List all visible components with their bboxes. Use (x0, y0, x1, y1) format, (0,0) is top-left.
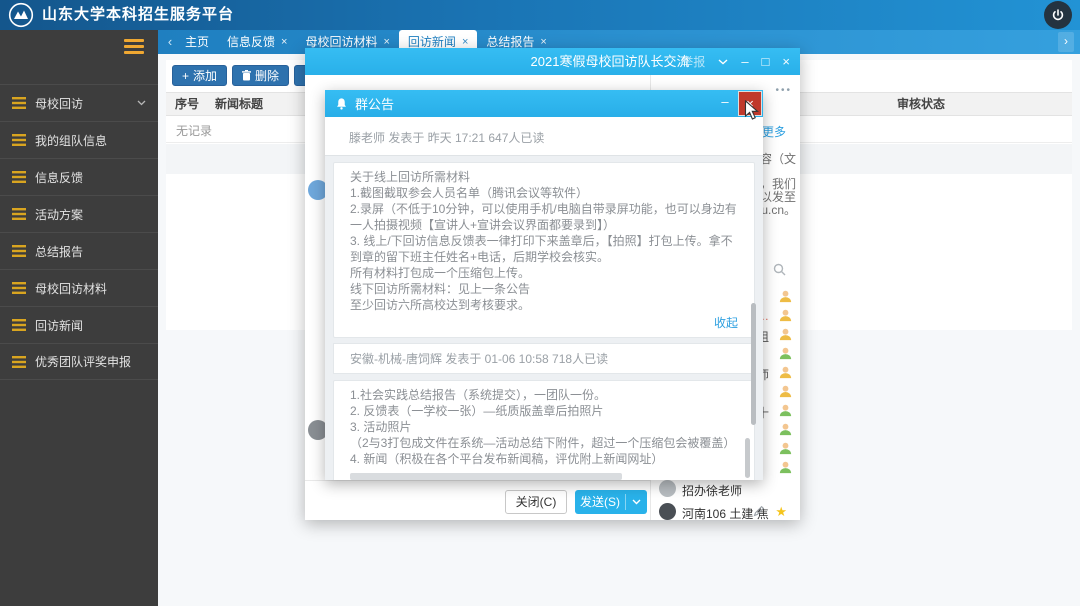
post-meta: 安徽-机械-唐饲辉 发表于 01-06 10:58 718人已读 (333, 343, 755, 374)
search-icon[interactable] (773, 263, 786, 276)
member-avatar-icon (779, 328, 792, 341)
report-link[interactable]: 举报 (681, 53, 705, 70)
list-icon (12, 319, 26, 331)
tab-home[interactable]: 主页 (176, 30, 218, 54)
chevron-down-icon (137, 100, 146, 106)
member-avatar-icon (779, 461, 792, 474)
sidebar-nav: 母校回访 我的组队信息 信息反馈 活动方案 总结报告 母校回访材料 回访新闻 优… (0, 84, 158, 380)
sidebar-item-youxiutuandui[interactable]: 优秀团队评奖申报 (0, 343, 158, 380)
tab-scroll-left-button[interactable]: ‹ (163, 30, 177, 54)
app-title: 山东大学本科招生服务平台 (42, 6, 235, 23)
member-row-henan106[interactable]: 河南106 土建 焦 ★ (651, 501, 801, 524)
tab-scroll-right-button[interactable]: › (1058, 32, 1074, 52)
member-avatar-icon (779, 347, 792, 360)
list-icon (12, 134, 26, 146)
clipped-text-line (350, 473, 622, 480)
member-row-zhaoban[interactable]: 招办徐老师 (651, 478, 801, 501)
collapse-link[interactable]: 收起 (350, 315, 738, 331)
sidebar-item-xinxifankui[interactable]: 信息反馈 (0, 158, 158, 195)
bell-icon (337, 97, 346, 110)
sidebar-item-huodongfangan[interactable]: 活动方案 (0, 195, 158, 232)
edit-nickname-pencil-icon[interactable] (753, 505, 765, 517)
sidebar-item-huifangxinwen[interactable]: 回访新闻 (0, 306, 158, 343)
member-avatar-icon (779, 309, 792, 322)
list-icon (12, 355, 26, 368)
panel-menu-dots-icon[interactable]: ••• (775, 85, 792, 96)
column-seq: 序号 (175, 97, 200, 111)
sidebar-item-muxiaohuifangcailiao[interactable]: 母校回访材料 (0, 269, 158, 306)
member-avatar-icon (779, 366, 792, 379)
list-icon (12, 171, 26, 183)
sidebar-item-wodezuduixinxi[interactable]: 我的组队信息 (0, 121, 158, 158)
plus-icon: + (182, 68, 190, 83)
member-avatar-icon (779, 442, 792, 455)
star-icon[interactable]: ★ (775, 504, 787, 520)
send-button[interactable]: 发送(S) (575, 490, 647, 514)
power-icon (1052, 9, 1064, 21)
list-icon (12, 97, 26, 109)
list-icon (12, 208, 26, 220)
maximize-icon[interactable]: □ (762, 54, 770, 69)
post-meta: 滕老师 发表于 昨天 17:21 647人已读 (325, 117, 763, 156)
minimize-icon[interactable]: – (713, 90, 737, 116)
logout-power-button[interactable] (1044, 1, 1072, 29)
announcement-post: 1.社会实践总结报告（系统提交），一团队一份。 2. 反馈表（一学校一张）—纸质… (333, 380, 755, 480)
screen: 山东大学本科招生服务平台 ‹ 主页 信息反馈 × 母校回访材料 × 回访新闻 ×… (0, 0, 1080, 606)
close-icon[interactable]: × (782, 54, 790, 69)
close-button[interactable]: 关闭(C) (505, 490, 567, 514)
list-icon (12, 245, 26, 257)
announcement-post: 关于线上回访所需材料 1.截图截取参会人员名单（腾讯会议等软件） 2.录屏（不低… (333, 162, 755, 338)
empty-table-text: 无记录 (176, 124, 213, 138)
trash-icon (242, 70, 252, 81)
minimize-icon[interactable]: – (741, 54, 748, 69)
mouse-cursor (744, 100, 759, 120)
window-controls: 举报 – □ × (681, 48, 790, 75)
member-avatar-icon (779, 290, 792, 303)
scrollbar-thumb[interactable] (751, 303, 756, 425)
university-logo-icon (8, 2, 34, 28)
add-button[interactable]: + 添加 (172, 65, 228, 86)
member-avatar-icon (779, 404, 792, 417)
list-icon (12, 282, 26, 294)
scrollbar-thumb[interactable] (745, 438, 750, 478)
member-avatar (659, 480, 676, 497)
group-announcement-dialog: 群公告 – × 滕老师 发表于 昨天 17:21 647人已读 关于线上回访所需… (325, 90, 763, 480)
tab-xinxifankui[interactable]: 信息反馈 × (218, 30, 296, 54)
delete-button[interactable]: 删除 (232, 65, 290, 86)
sidebar-item-muxiaohuifang[interactable]: 母校回访 (0, 84, 158, 121)
tab-close-icon[interactable]: × (281, 30, 287, 54)
announcement-titlebar[interactable]: 群公告 – × (325, 90, 763, 117)
chat-footer: 关闭(C) 发送(S) (305, 480, 650, 520)
column-title: 新闻标题 (215, 97, 264, 111)
collapse-chevron-icon[interactable] (718, 58, 728, 65)
announcement-body: 滕老师 发表于 昨天 17:21 647人已读 关于线上回访所需材料 1.截图截… (325, 117, 763, 480)
sidebar-item-zongjiebaogao[interactable]: 总结报告 (0, 232, 158, 269)
sidebar: 母校回访 我的组队信息 信息反馈 活动方案 总结报告 母校回访材料 回访新闻 优… (0, 30, 158, 606)
column-status: 审核状态 (897, 97, 946, 111)
chat-titlebar[interactable]: 2021寒假母校回访队长交流 举报 – □ × (305, 48, 800, 75)
member-avatar (659, 503, 676, 520)
send-options-chevron-icon[interactable] (626, 490, 647, 514)
member-avatar-icon (779, 385, 792, 398)
announcement-title: 群公告 (355, 97, 395, 112)
menu-toggle-button[interactable] (124, 39, 144, 55)
member-avatar-icon (779, 423, 792, 436)
announcement-more-link[interactable]: 更多 (762, 123, 786, 140)
app-header: 山东大学本科招生服务平台 (0, 0, 1080, 30)
